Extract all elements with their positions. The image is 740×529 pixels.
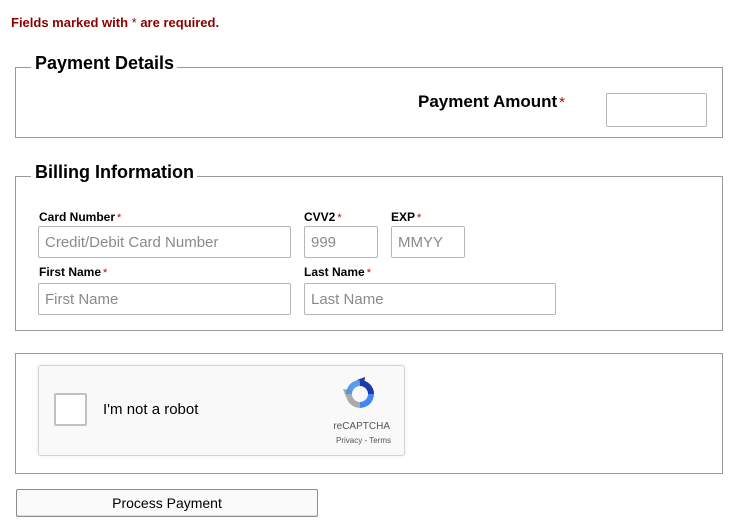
payment-details-legend: Payment Details: [31, 53, 178, 73]
payment-amount-label: Payment Amount *: [418, 92, 565, 112]
first-name-label: First Name *: [39, 265, 107, 279]
robot-checkbox-label: I'm not a robot: [103, 401, 199, 418]
card-number-input[interactable]: [38, 226, 291, 258]
card-number-label-text: Card Number: [39, 210, 116, 224]
recaptcha-brand-label: reCAPTCHA: [333, 421, 390, 432]
required-notice: Fields marked with * are required.: [11, 15, 219, 30]
payment-amount-required-star: *: [559, 94, 566, 111]
last-name-label: Last Name *: [304, 265, 371, 279]
exp-label: EXP *: [391, 210, 421, 224]
required-notice-suffix: are required.: [136, 15, 220, 30]
last-name-label-text: Last Name: [304, 265, 365, 279]
recaptcha-icon: [343, 377, 374, 408]
card-number-required-star: *: [117, 212, 122, 224]
cvv2-label-text: CVV2: [304, 210, 336, 224]
recaptcha-privacy-link[interactable]: Privacy: [336, 436, 362, 445]
cvv2-input[interactable]: [304, 226, 378, 258]
payment-amount-label-text: Payment Amount: [418, 92, 558, 111]
last-name-input[interactable]: [304, 283, 556, 315]
first-name-required-star: *: [103, 267, 108, 279]
recaptcha-links: Privacy - Terms: [336, 436, 391, 445]
cvv2-required-star: *: [337, 212, 342, 224]
card-number-label: Card Number *: [39, 210, 121, 224]
robot-checkbox[interactable]: [54, 393, 87, 426]
first-name-label-text: First Name: [39, 265, 102, 279]
last-name-required-star: *: [366, 267, 371, 279]
exp-label-text: EXP: [391, 210, 416, 224]
required-notice-prefix: Fields marked with: [11, 15, 132, 30]
billing-information-legend: Billing Information: [31, 162, 197, 182]
recaptcha-widget: I'm not a robot reCAPTCHA Privacy - Term…: [38, 365, 405, 456]
first-name-input[interactable]: [38, 283, 291, 315]
process-payment-button[interactable]: Process Payment: [16, 489, 318, 517]
recaptcha-terms-link[interactable]: Terms: [369, 436, 391, 445]
payment-amount-input[interactable]: [606, 93, 707, 127]
exp-input[interactable]: [391, 226, 465, 258]
exp-required-star: *: [417, 212, 422, 224]
cvv2-label: CVV2 *: [304, 210, 342, 224]
